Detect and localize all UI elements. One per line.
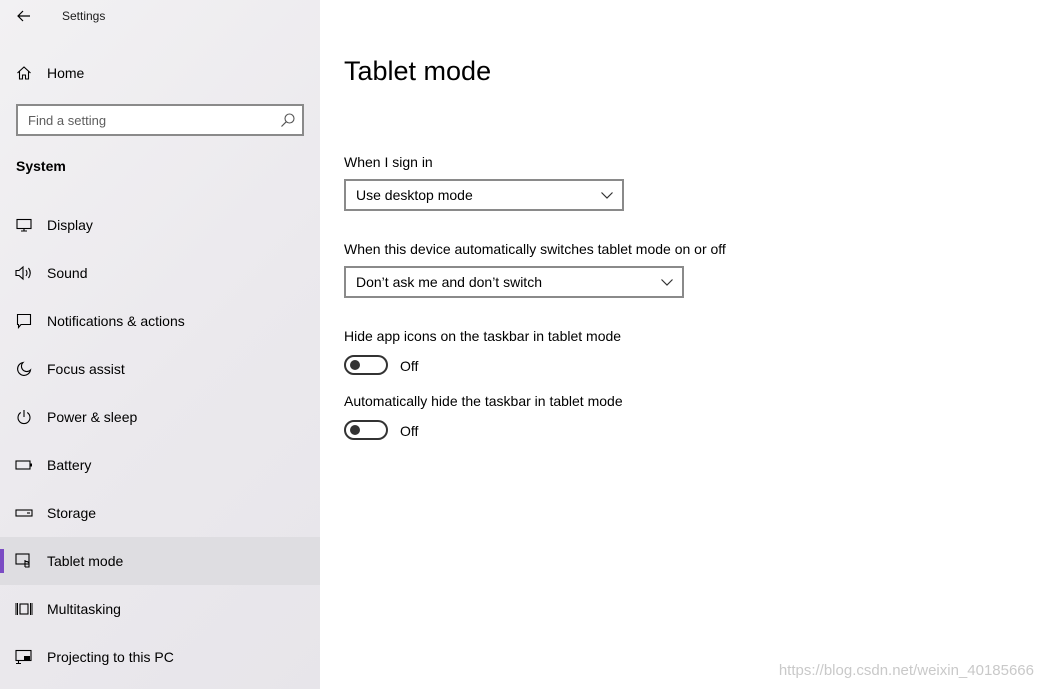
auto-switch-selected-value: Don’t ask me and don’t switch (356, 274, 542, 290)
display-icon (15, 216, 33, 234)
search-box[interactable] (16, 104, 304, 136)
sidebar-item-label: Storage (47, 505, 97, 521)
multitasking-icon (15, 600, 33, 618)
sidebar-item-sound[interactable]: Sound (0, 249, 320, 297)
home-label: Home (47, 65, 85, 81)
sidebar-item-label: Display (47, 217, 93, 233)
back-arrow-icon (17, 10, 30, 22)
hide-icons-state: Off (400, 358, 419, 374)
sign-in-label: When I sign in (344, 154, 433, 170)
storage-icon (15, 504, 33, 522)
sidebar: Settings Home System Display (0, 0, 320, 689)
search-icon[interactable] (280, 112, 296, 128)
sign-in-dropdown[interactable]: Use desktop mode (344, 179, 624, 211)
hide-icons-label: Hide app icons on the taskbar in tablet … (344, 328, 622, 344)
sidebar-item-focus-assist[interactable]: Focus assist (0, 345, 320, 393)
speaker-icon (15, 264, 33, 282)
hide-icons-toggle[interactable] (344, 355, 388, 375)
auto-switch-dropdown[interactable]: Don’t ask me and don’t switch (344, 266, 684, 298)
projecting-icon (15, 648, 33, 666)
sidebar-item-label: Battery (47, 457, 92, 473)
page-title: Tablet mode (344, 56, 492, 86)
sidebar-item-label: Sound (47, 265, 88, 281)
sidebar-item-label: Focus assist (47, 361, 125, 377)
chevron-down-icon (661, 279, 673, 286)
app-title: Settings (62, 9, 106, 23)
sidebar-item-battery[interactable]: Battery (0, 441, 320, 489)
sidebar-item-label: Projecting to this PC (47, 649, 174, 665)
sidebar-item-label: Multitasking (47, 601, 121, 617)
watermark: https://blog.csdn.net/weixin_40185666 (778, 662, 1034, 679)
back-button[interactable] (10, 3, 38, 29)
sidebar-item-label: Tablet mode (47, 553, 124, 569)
auto-switch-label: When this device automatically switches … (344, 241, 726, 257)
settings-window: Settings Home System Display (0, 0, 1042, 689)
nav-list: Display Sound Notifications & actions Fo… (0, 201, 320, 681)
hide-taskbar-state: Off (400, 423, 419, 439)
sidebar-item-storage[interactable]: Storage (0, 489, 320, 537)
moon-icon (15, 360, 33, 378)
section-header-system: System (16, 158, 66, 174)
nav-home[interactable]: Home (0, 56, 320, 90)
sidebar-item-display[interactable]: Display (0, 201, 320, 249)
hide-taskbar-toggle[interactable] (344, 420, 388, 440)
sidebar-item-power-sleep[interactable]: Power & sleep (0, 393, 320, 441)
toggle-knob (350, 360, 360, 370)
notification-icon (15, 312, 33, 330)
sidebar-item-tablet-mode[interactable]: Tablet mode (0, 537, 320, 585)
main-content: Tablet mode When I sign in Use desktop m… (320, 0, 1042, 689)
title-bar: Settings (0, 0, 320, 34)
sidebar-item-projecting[interactable]: Projecting to this PC (0, 633, 320, 681)
tablet-mode-icon (15, 552, 33, 570)
hide-taskbar-label: Automatically hide the taskbar in tablet… (344, 393, 623, 409)
power-icon (15, 408, 33, 426)
home-icon (15, 64, 33, 82)
search-input[interactable] (18, 106, 278, 134)
sidebar-item-label: Notifications & actions (47, 313, 185, 329)
chevron-down-icon (601, 192, 613, 199)
sidebar-item-notifications[interactable]: Notifications & actions (0, 297, 320, 345)
toggle-knob (350, 425, 360, 435)
sidebar-item-label: Power & sleep (47, 409, 138, 425)
battery-icon (15, 456, 33, 474)
sidebar-item-multitasking[interactable]: Multitasking (0, 585, 320, 633)
sign-in-selected-value: Use desktop mode (356, 187, 473, 203)
